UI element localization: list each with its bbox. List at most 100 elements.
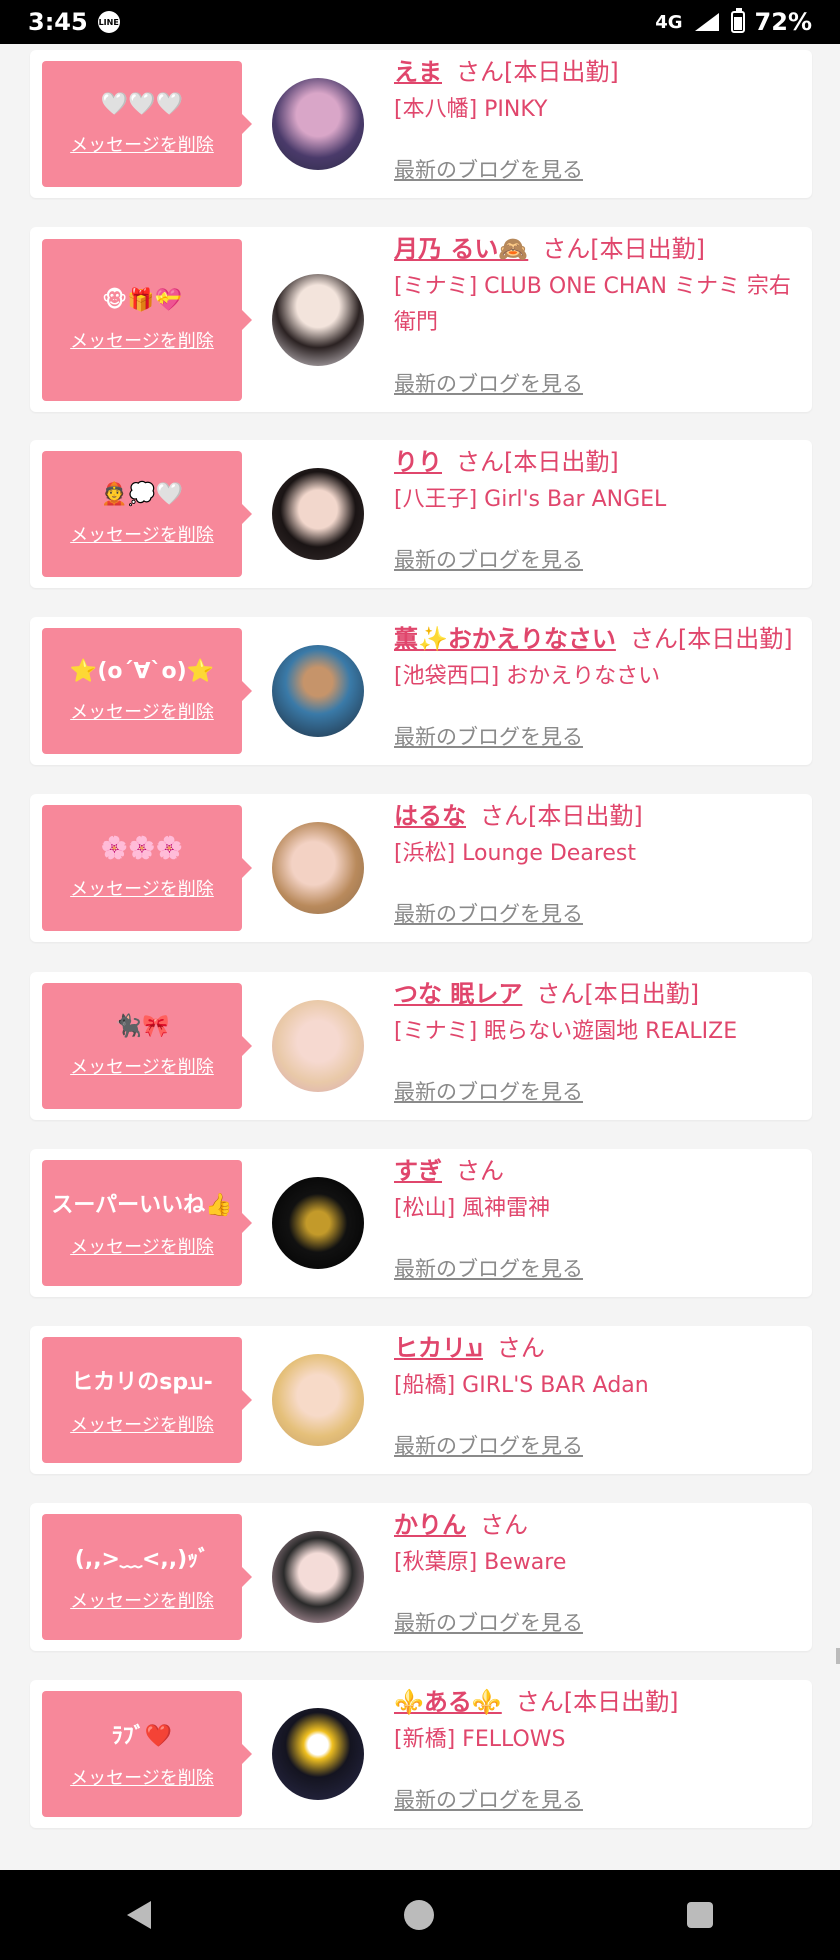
recents-icon[interactable] bbox=[687, 1902, 714, 1928]
latest-blog-link[interactable]: 最新のブログを見る bbox=[394, 1253, 583, 1283]
shop-name: [八王子] Girl's Bar ANGEL bbox=[394, 487, 667, 512]
battery-icon bbox=[730, 8, 745, 33]
latest-blog-link[interactable]: 最新のブログを見る bbox=[394, 1430, 583, 1460]
latest-blog-link[interactable]: 最新のブログを見る bbox=[394, 898, 583, 928]
shop-name: [ミナミ] 眠らない遊園地 REALIZE bbox=[394, 1019, 738, 1044]
message-card: 🐈‍⬛🎀 メッセージを削除 つな 眠レア さん[本日出勤] [ミナミ] 眠らない遊園地 … bbox=[30, 972, 812, 1120]
latest-blog-link[interactable]: 最新のブログを見る bbox=[394, 721, 583, 751]
message-text: 👲💭🤍 bbox=[100, 481, 184, 507]
message-card: 👲💭🤍 メッセージを削除 りり さん[本日出勤] [八王子] Girl's Bar AN… bbox=[30, 440, 812, 588]
cast-name-link[interactable]: 薫✨おかえりなさい bbox=[394, 625, 616, 653]
delete-message-link[interactable]: メッセージを削除 bbox=[70, 1233, 214, 1259]
name-line: 薫✨おかえりなさい さん[本日出勤] bbox=[394, 623, 796, 655]
attendance-status: さん[本日出勤] bbox=[542, 235, 705, 263]
delete-message-link[interactable]: メッセージを削除 bbox=[70, 1587, 214, 1613]
cast-name-link[interactable]: つな 眠レア bbox=[394, 980, 522, 1008]
profile-info: りり さん[本日出勤] [八王子] Girl's Bar ANGEL 最新のブログを見… bbox=[394, 446, 796, 572]
latest-blog-link[interactable]: 最新のブログを見る bbox=[394, 368, 583, 398]
message-card: 🌸🌸🌸 メッセージを削除 はるな さん[本日出勤] [浜松] Lounge Deares… bbox=[30, 794, 812, 942]
attendance-status: さん bbox=[456, 1157, 504, 1185]
cast-name-link[interactable]: りり bbox=[394, 448, 442, 476]
message-bubble: スーパーいいね👍 メッセージを削除 bbox=[42, 1160, 252, 1286]
avatar[interactable] bbox=[272, 274, 364, 366]
profile-info: 薫✨おかえりなさい さん[本日出勤] [池袋西口] おかえりなさい最新のブログを見る bbox=[394, 623, 796, 749]
message-bubble: 🐈‍⬛🎀 メッセージを削除 bbox=[42, 983, 252, 1109]
delete-message-link[interactable]: メッセージを削除 bbox=[70, 327, 214, 353]
delete-message-link[interactable]: メッセージを削除 bbox=[70, 1764, 214, 1790]
message-card: ﾗﾌﾞ❤️ メッセージを削除 ⚜️ある⚜️ さん[本日出勤] [新橋] FELLOWS 最… bbox=[30, 1680, 812, 1828]
message-text: 🐈‍⬛🎀 bbox=[114, 1013, 170, 1039]
shop-name: [池袋西口] おかえりなさい bbox=[394, 664, 661, 689]
avatar[interactable] bbox=[272, 1000, 364, 1092]
message-text: 🤍🤍🤍 bbox=[100, 91, 184, 117]
message-bubble: 🐵🎁💝 メッセージを削除 bbox=[42, 239, 252, 401]
latest-blog-link[interactable]: 最新のブログを見る bbox=[394, 1607, 583, 1637]
message-bubble: 🤍🤍🤍 メッセージを削除 bbox=[42, 61, 252, 187]
delete-message-link[interactable]: メッセージを削除 bbox=[70, 1411, 214, 1437]
delete-message-link[interactable]: メッセージを削除 bbox=[70, 875, 214, 901]
profile-info: ヒカリ𐭠 さん [船橋] GIRL'S BAR Adan 最新のブログを見る bbox=[394, 1332, 796, 1458]
attendance-status: さん[本日出勤] bbox=[456, 448, 619, 476]
delete-message-link[interactable]: メッセージを削除 bbox=[70, 1053, 214, 1079]
avatar[interactable] bbox=[272, 468, 364, 560]
delete-message-link[interactable]: メッセージを削除 bbox=[70, 698, 214, 724]
attendance-status: さん[本日出勤] bbox=[536, 980, 700, 1008]
profile-info: 月乃 るい🙈 さん[本日出勤] [ミナミ] CLUB ONE CHAN ミナミ 宗右… bbox=[394, 233, 796, 396]
latest-blog-link[interactable]: 最新のブログを見る bbox=[394, 154, 583, 184]
attendance-status: さん[本日出勤] bbox=[456, 58, 619, 86]
profile-info: はるな さん[本日出勤] [浜松] Lounge Dearest 最新のブログを見る bbox=[394, 800, 796, 926]
delete-message-link[interactable]: メッセージを削除 bbox=[70, 521, 214, 547]
attendance-status: さん[本日出勤] bbox=[480, 802, 643, 830]
name-line: 月乃 るい🙈 さん[本日出勤] bbox=[394, 233, 796, 265]
message-bubble: 👲💭🤍 メッセージを削除 bbox=[42, 451, 252, 577]
delete-message-link[interactable]: メッセージを削除 bbox=[70, 131, 214, 157]
cast-name-link[interactable]: すぎ bbox=[394, 1157, 442, 1185]
name-line: ヒカリ𐭠 さん bbox=[394, 1332, 796, 1364]
name-line: つな 眠レア さん[本日出勤] bbox=[394, 978, 796, 1010]
attendance-status: さん bbox=[480, 1511, 528, 1539]
message-card: ヒカリのsp𐭠- メッセージを削除 ヒカリ𐭠 さん [船橋] GIRL'S BAR Ad… bbox=[30, 1326, 812, 1474]
shop-name: [船橋] GIRL'S BAR Adan bbox=[394, 1373, 649, 1398]
navigation-bar bbox=[0, 1870, 840, 1960]
shop-name: [秋葉原] Beware bbox=[394, 1550, 567, 1575]
signal-icon bbox=[693, 11, 721, 33]
home-icon[interactable] bbox=[403, 1900, 434, 1930]
attendance-status: さん[本日出勤] bbox=[515, 1688, 679, 1716]
message-text: ヒカリのsp𐭠- bbox=[71, 1369, 213, 1395]
name-line: えま さん[本日出勤] bbox=[394, 56, 796, 88]
line-app-icon: LINE bbox=[97, 11, 120, 33]
profile-info: かりん さん [秋葉原] Beware 最新のブログを見る bbox=[394, 1509, 796, 1635]
name-line: はるな さん[本日出勤] bbox=[394, 800, 796, 832]
cast-name-link[interactable]: はるな bbox=[394, 802, 466, 830]
shop-name: [ミナミ] CLUB ONE CHAN ミナミ 宗右衛門 bbox=[394, 274, 791, 335]
message-bubble: ヒカリのsp𐭠- メッセージを削除 bbox=[42, 1337, 252, 1463]
avatar[interactable] bbox=[272, 1177, 364, 1269]
cast-name-link[interactable]: ヒカリ𐭠 bbox=[394, 1334, 483, 1362]
message-bubble: (,,>﹏<,,)ｯﾞ メッセージを削除 bbox=[42, 1514, 252, 1640]
latest-blog-link[interactable]: 最新のブログを見る bbox=[394, 1784, 583, 1814]
avatar[interactable] bbox=[272, 78, 364, 170]
cast-name-link[interactable]: ⚜️ある⚜️ bbox=[394, 1688, 502, 1716]
avatar[interactable] bbox=[272, 1531, 364, 1623]
message-text: 🐵🎁💝 bbox=[101, 287, 183, 313]
message-card: スーパーいいね👍 メッセージを削除 すぎ さん [松山] 風神雷神 最新のブログを見る bbox=[30, 1149, 812, 1297]
profile-info: えま さん[本日出勤] [本八幡] PINKY 最新のブログを見る bbox=[394, 56, 796, 182]
message-text: ﾗﾌﾞ❤️ bbox=[111, 1724, 173, 1749]
avatar[interactable] bbox=[272, 1354, 364, 1446]
message-bubble: 🌸🌸🌸 メッセージを削除 bbox=[42, 805, 252, 931]
name-line: ⚜️ある⚜️ さん[本日出勤] bbox=[394, 1686, 796, 1718]
latest-blog-link[interactable]: 最新のブログを見る bbox=[394, 1076, 583, 1106]
avatar[interactable] bbox=[272, 822, 364, 914]
scrollbar[interactable] bbox=[836, 1648, 840, 1664]
message-bubble: ﾗﾌﾞ❤️ メッセージを削除 bbox=[42, 1691, 252, 1817]
avatar[interactable] bbox=[272, 1708, 364, 1800]
attendance-status: さん[本日出勤] bbox=[629, 625, 793, 653]
message-text: ⭐(o´∀`o)⭐ bbox=[69, 658, 215, 684]
latest-blog-link[interactable]: 最新のブログを見る bbox=[394, 544, 583, 574]
cast-name-link[interactable]: 月乃 るい🙈 bbox=[394, 235, 528, 263]
avatar[interactable] bbox=[272, 645, 364, 737]
cast-name-link[interactable]: かりん bbox=[394, 1511, 466, 1539]
message-card: 🤍🤍🤍 メッセージを削除 えま さん[本日出勤] [本八幡] PINKY 最新のブログを見… bbox=[30, 50, 812, 198]
back-icon[interactable] bbox=[126, 1901, 151, 1929]
cast-name-link[interactable]: えま bbox=[394, 58, 442, 86]
